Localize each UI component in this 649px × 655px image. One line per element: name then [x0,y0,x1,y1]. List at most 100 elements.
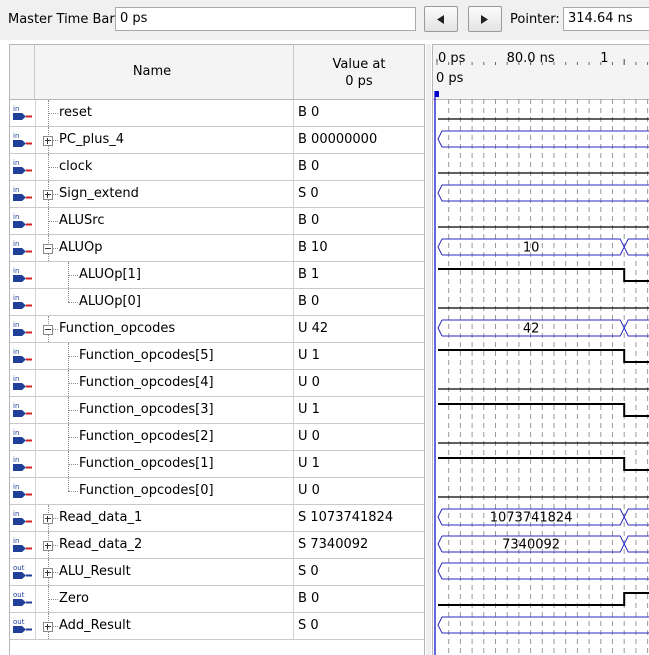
pane-splitter[interactable] [426,44,431,655]
signal-row[interactable]: in Function_opcodes[1] U 1 [10,451,424,478]
bus-waveform [437,319,649,337]
signal-name-cell: Sign_extend [35,181,294,207]
signal-row[interactable]: in Function_opcodes[5] U 1 [10,343,424,370]
signal-row[interactable]: in Function_opcodes[4] U 0 [10,370,424,397]
signal-name: Read_data_1 [59,510,143,525]
input-pin-icon: in [13,267,32,282]
signal-value: U 42 [298,321,329,336]
tree-guide-line [68,302,78,303]
collapse-icon[interactable] [43,325,53,335]
signal-name-cell: PC_plus_4 [35,127,294,153]
signal-type-cell: out [10,559,36,585]
svg-text:in: in [13,267,19,275]
tree-guide-line [68,464,78,465]
signal-row[interactable]: in ALUOp[0] B 0 [10,289,424,316]
signal-value: U 0 [298,375,320,390]
signal-type-cell: in [10,505,36,531]
bus-value-label: 42 [523,322,540,337]
signal-type-cell: in [10,424,36,450]
signal-row[interactable]: in Function_opcodes[3] U 1 [10,397,424,424]
next-transition-button[interactable] [468,6,502,32]
signal-value: U 1 [298,456,320,471]
signal-row[interactable]: in Read_data_1 S 1073741824 [10,505,424,532]
signal-type-cell: in [10,127,36,153]
signal-name: PC_plus_4 [59,132,125,147]
signal-type-cell: in [10,181,36,207]
svg-text:out: out [13,618,25,626]
signal-type-cell: out [10,586,36,612]
pointer-label: Pointer: [510,12,560,27]
signal-row[interactable]: in Sign_extend S 0 [10,181,424,208]
signal-name-cell: Function_opcodes[0] [35,478,294,504]
collapse-icon[interactable] [43,244,53,254]
header-value-label[interactable]: Value at 0 ps [294,56,424,90]
tree-guide-line [68,289,69,302]
signal-row[interactable]: in Function_opcodes[0] U 0 [10,478,424,505]
signal-type-cell: in [10,532,36,558]
signal-table-header: Name Value at 0 ps [10,45,424,100]
signal-name-cell: Zero [35,586,294,612]
signal-name-cell: ALUOp[0] [35,289,294,315]
signal-name-cell: Read_data_1 [35,505,294,531]
input-pin-icon: in [13,105,32,120]
signal-value: B 0 [298,591,320,606]
input-pin-icon: in [13,375,32,390]
signal-row[interactable]: out Add_Result S 0 [10,613,424,640]
output-pin-icon: out [13,618,32,633]
signal-name-cell: Function_opcodes[1] [35,451,294,477]
expand-icon[interactable] [43,136,53,146]
svg-text:in: in [13,105,19,113]
tree-guide-line [68,410,78,411]
signal-name-cell: clock [35,154,294,180]
previous-transition-button[interactable] [424,6,458,32]
signal-row[interactable]: out ALU_Result S 0 [10,559,424,586]
expand-icon[interactable] [43,568,53,578]
tree-guide-line [48,113,58,114]
signal-name: Function_opcodes[5] [79,348,214,363]
waveform-panel: 0 ps 80.0 ns 1 0 ps 10 42 1073741824 7340092 [432,44,649,655]
master-time-bar-label: Master Time Bar: [8,12,119,27]
header-value-line1: Value at [332,57,386,72]
expand-icon[interactable] [43,541,53,551]
signal-row[interactable]: in Read_data_2 S 7340092 [10,532,424,559]
signal-row[interactable]: in clock B 0 [10,154,424,181]
signal-value: U 0 [298,429,320,444]
bus-waveform [437,562,649,580]
signal-name-cell: Add_Result [35,613,294,639]
svg-text:in: in [13,510,19,518]
signal-type-cell: in [10,289,36,315]
signal-row[interactable]: in Function_opcodes[2] U 0 [10,424,424,451]
signal-row[interactable]: in PC_plus_4 B 00000000 [10,127,424,154]
signal-row[interactable]: in ALUOp B 10 [10,235,424,262]
svg-text:in: in [13,159,19,167]
signal-name: Sign_extend [59,186,139,201]
expand-icon[interactable] [43,190,53,200]
signal-value: U 1 [298,402,320,417]
signal-value: S 1073741824 [298,510,394,525]
signal-name-cell: Function_opcodes[2] [35,424,294,450]
expand-icon[interactable] [43,622,53,632]
master-time-bar-input[interactable]: 0 ps [115,7,416,31]
signal-type-cell: in [10,235,36,261]
pointer-input[interactable]: 314.64 ns [563,7,649,31]
signal-type-cell: out [10,613,36,639]
signal-row[interactable]: in ALUSrc B 0 [10,208,424,235]
signal-value: S 0 [298,564,319,579]
signal-row[interactable]: out Zero B 0 [10,586,424,613]
signal-value: U 1 [298,348,320,363]
svg-text:out: out [13,591,25,599]
signal-type-cell: in [10,316,36,342]
svg-text:in: in [13,456,19,464]
tree-guide-line [48,167,58,168]
tree-guide-line [68,383,78,384]
expand-icon[interactable] [43,514,53,524]
svg-text:in: in [13,186,19,194]
signal-name: Function_opcodes[2] [79,429,214,444]
signal-row[interactable]: in Function_opcodes U 42 [10,316,424,343]
waveform-canvas[interactable]: 10 42 1073741824 7340092 [433,45,649,655]
signal-row[interactable]: in reset B 0 [10,100,424,127]
signal-value: B 0 [298,105,320,120]
signal-row[interactable]: in ALUOp[1] B 1 [10,262,424,289]
svg-text:in: in [13,483,19,491]
input-pin-icon: in [13,186,32,201]
